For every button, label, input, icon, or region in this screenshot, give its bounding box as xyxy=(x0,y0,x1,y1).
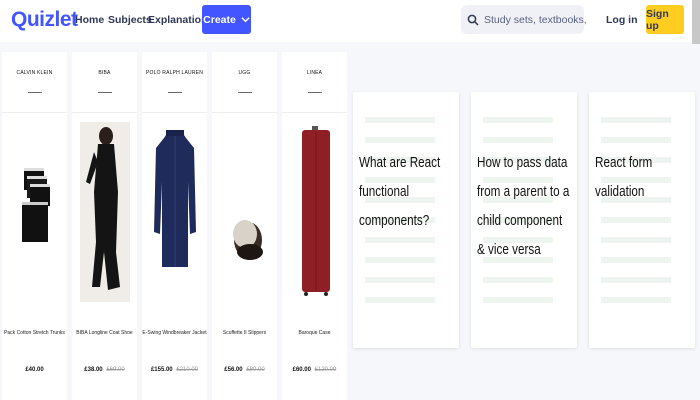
divider xyxy=(308,92,322,93)
article-card-title: How to pass data from a parent to a chil… xyxy=(477,154,570,258)
card-watermark xyxy=(601,117,671,317)
signup-button[interactable]: Sign up xyxy=(646,5,684,34)
product-image-coat[interactable] xyxy=(80,122,130,302)
divider xyxy=(212,112,277,113)
product-brand: CALVIN KLEIN xyxy=(16,70,53,76)
product-image-suitcase[interactable] xyxy=(290,122,340,302)
product-image-slipper[interactable] xyxy=(220,122,270,302)
divider xyxy=(98,92,112,93)
ad-product-card[interactable]: LINEA Baroque Case £60.00 £120.00 xyxy=(282,52,347,400)
price-row: £38.00 £69.00 xyxy=(72,367,137,373)
divider xyxy=(282,112,347,113)
product-price: £60.00 xyxy=(292,367,311,373)
chevron-down-icon xyxy=(241,17,250,23)
ad-product-card[interactable]: UGG Scuffette II Slippers £56.00 £80.00 xyxy=(212,52,277,400)
product-price: £40.00 xyxy=(25,367,44,373)
product-old-price: £80.00 xyxy=(246,367,265,373)
product-name: E-Swing Windbreaker Jacket xyxy=(142,330,207,336)
divider xyxy=(142,112,207,113)
product-price: £56.00 xyxy=(224,367,243,373)
search-bar[interactable] xyxy=(461,5,588,34)
search-icon xyxy=(467,14,479,26)
product-name: BIBA Longline Coat Shoe xyxy=(76,330,133,336)
product-old-price: £120.00 xyxy=(314,367,337,373)
article-card[interactable]: How to pass data from a parent to a chil… xyxy=(471,92,577,348)
create-button-label: Create xyxy=(203,13,236,26)
ad-product-card[interactable]: BIBA BIBA Longline Coat Shoe £38.00 £69.… xyxy=(72,52,137,400)
product-brand: BIBA xyxy=(98,70,111,76)
price-row: £56.00 £80.00 xyxy=(212,367,277,373)
scrollbar-thumb[interactable] xyxy=(692,0,700,44)
price-row: £155.00 £210.00 xyxy=(142,367,207,373)
product-brand: POLO RALPH LAUREN xyxy=(145,70,204,76)
article-card-title: React form validation xyxy=(595,154,653,200)
product-brand: UGG xyxy=(238,70,251,76)
nav-subjects[interactable]: Subjects xyxy=(108,14,152,26)
divider xyxy=(238,92,252,93)
ad-product-card[interactable]: POLO RALPH LAUREN E-Swing Windbreaker Ja… xyxy=(142,52,207,400)
search-input[interactable] xyxy=(484,13,588,26)
product-image-jacket[interactable] xyxy=(150,122,200,302)
create-button[interactable]: Create xyxy=(202,5,251,34)
top-navigation-bar: Quizlet Home Subjects Explanations Creat… xyxy=(0,0,700,42)
product-brand: LINEA xyxy=(306,70,323,76)
quizlet-logo[interactable]: Quizlet xyxy=(11,8,78,32)
divider xyxy=(168,92,182,93)
nav-home[interactable]: Home xyxy=(75,14,104,26)
article-card[interactable]: React form validation xyxy=(589,92,695,348)
product-name: Baroque Case xyxy=(298,330,331,336)
product-price: £155.00 xyxy=(150,367,173,373)
divider xyxy=(72,112,137,113)
product-name: Scuffette II Slippers xyxy=(222,330,267,336)
divider xyxy=(2,112,67,113)
divider xyxy=(28,92,42,93)
login-link[interactable]: Log in xyxy=(606,14,638,26)
ad-product-strip: CALVIN KLEIN Pack Cotton Stretch Trunks … xyxy=(0,52,350,400)
price-row: £40.00 xyxy=(2,367,67,373)
ad-product-card[interactable]: CALVIN KLEIN Pack Cotton Stretch Trunks … xyxy=(2,52,67,400)
product-price: £38.00 xyxy=(84,367,103,373)
product-name: Pack Cotton Stretch Trunks xyxy=(4,330,65,336)
product-old-price: £69.00 xyxy=(106,367,125,373)
product-image-underwear[interactable] xyxy=(10,122,60,302)
article-card-title: What are React functional components? xyxy=(359,154,441,229)
price-row: £60.00 £120.00 xyxy=(282,367,347,373)
product-old-price: £210.00 xyxy=(176,367,199,373)
article-card[interactable]: What are React functional components? xyxy=(353,92,459,348)
